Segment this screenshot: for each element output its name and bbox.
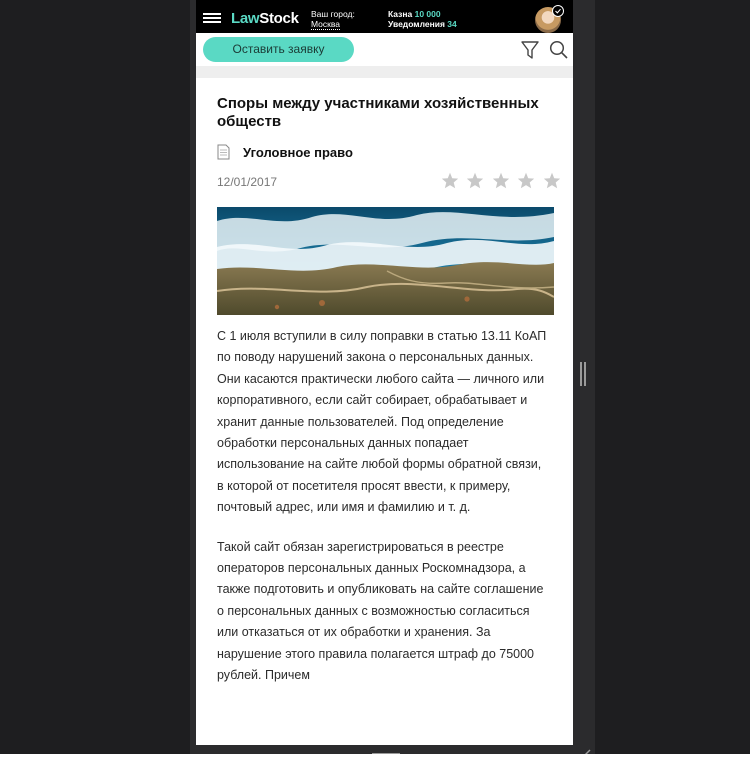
toolbar: Оставить заявку (196, 33, 573, 66)
star-icon[interactable] (517, 172, 535, 189)
article-title: Споры между участниками хозяйственных об… (217, 95, 539, 130)
hamburger-icon[interactable] (203, 13, 221, 23)
notifications-label: Уведомления (388, 19, 445, 29)
star-icon[interactable] (492, 172, 510, 189)
article-hero-image (217, 207, 554, 315)
article-paragraph: С 1 июля вступили в силу поправки в стат… (217, 329, 547, 515)
document-icon (217, 144, 230, 160)
user-stats: Казна 10 000 Уведомления 34 (388, 9, 457, 29)
treasury-value: 10 000 (414, 9, 441, 19)
submit-request-button[interactable]: Оставить заявку (203, 37, 354, 62)
verified-check-icon (552, 5, 564, 17)
star-icon[interactable] (543, 172, 561, 189)
city-label: Ваш город: (311, 9, 355, 19)
logo-stock: Stock (259, 10, 299, 27)
page-bottom-strip (0, 754, 750, 770)
article-body: С 1 июля вступили в силу поправки в стат… (217, 326, 547, 705)
logo-law: Law (231, 10, 260, 27)
star-icon[interactable] (466, 172, 484, 189)
rating-stars[interactable] (441, 172, 564, 194)
device-side-panel (573, 33, 595, 745)
city-value[interactable]: Москва (311, 19, 341, 30)
notifications-count: 34 (447, 19, 457, 29)
article-paragraph: Такой сайт обязан зарегистрироваться в р… (217, 539, 544, 683)
article-category[interactable]: Уголовное право (243, 145, 353, 160)
site-logo[interactable]: LawStock (231, 10, 299, 27)
treasury-stat: Казна 10 000 (388, 9, 457, 19)
filter-icon[interactable] (521, 40, 539, 60)
star-icon[interactable] (441, 172, 459, 189)
article-card: Споры между участниками хозяйственных об… (196, 78, 573, 745)
content-gap (196, 66, 573, 78)
treasury-label: Казна (388, 9, 413, 19)
site-header: LawStock Ваш город: Москва Казна 10 000 … (196, 0, 573, 33)
search-icon[interactable] (549, 40, 568, 59)
notifications-stat[interactable]: Уведомления 34 (388, 19, 457, 29)
resize-handle-right[interactable] (580, 362, 586, 386)
city-selector[interactable]: Ваш город: Москва (311, 9, 355, 30)
article-date: 12/01/2017 (217, 175, 278, 189)
